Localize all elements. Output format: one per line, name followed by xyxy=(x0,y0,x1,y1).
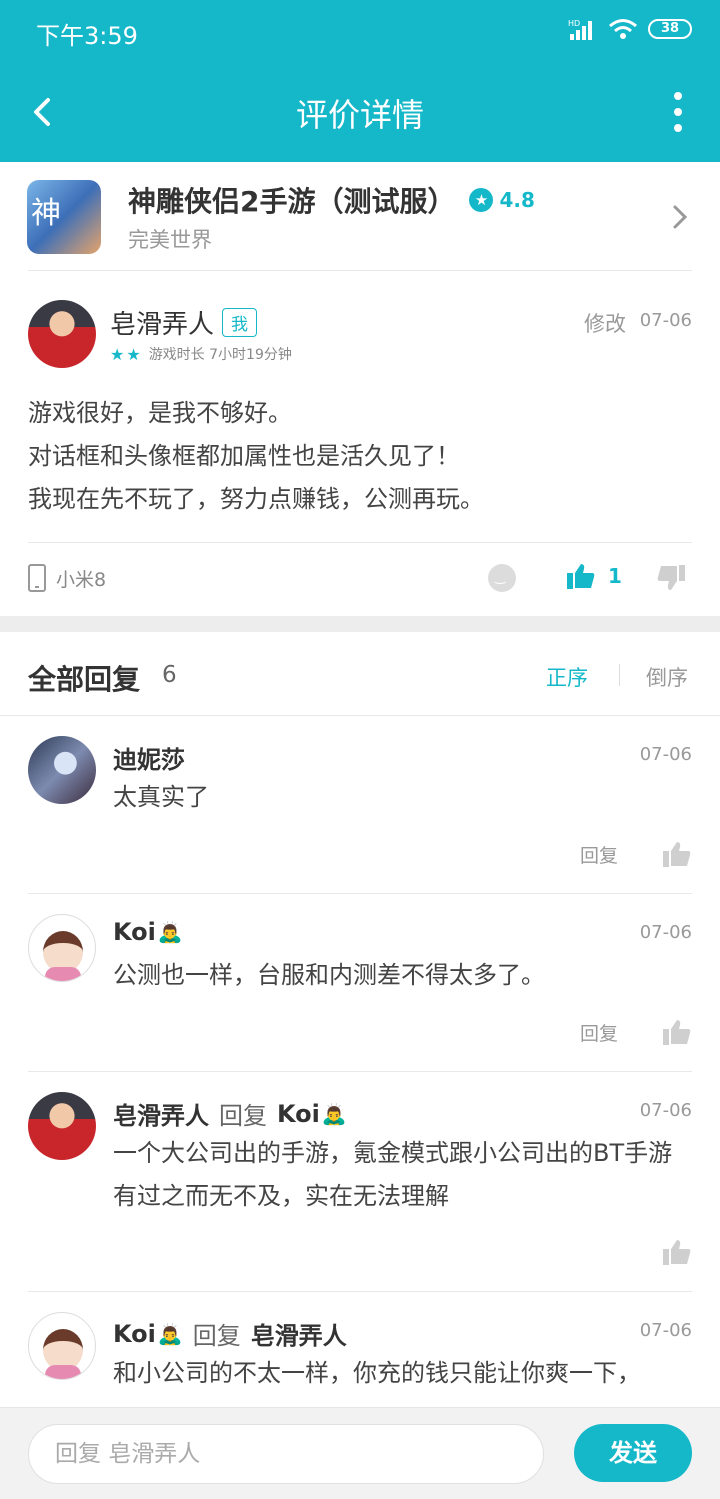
reply-item: Koi 🙇‍♂️ 回复 皂滑弄人 07-06 和小公司的不太一样，你充的钱只能让… xyxy=(0,1292,720,1407)
reply-item: Koi 🙇‍♂️ 07-06 公测也一样，台服和内测差不得太多了。 回复 xyxy=(0,894,720,1072)
reply-text: 公测也一样，台服和内测差不得太多了。 xyxy=(113,961,545,989)
status-bar: 下午3:59 HD 38 xyxy=(0,0,720,62)
device-info: 小米8 xyxy=(28,564,106,592)
reply-to-label: 回复 xyxy=(219,1102,267,1130)
edit-button[interactable]: 修改 xyxy=(584,308,626,338)
thumbs-up-icon[interactable] xyxy=(662,1018,692,1046)
bowing-emoji-icon: 🙇‍♂️ xyxy=(157,1321,183,1346)
playtime: 游戏时长 7小时19分钟 xyxy=(148,347,292,363)
game-name-row: 神雕侠侣2手游（测试服） ★ 4.8 xyxy=(128,180,535,220)
reply-text: 一个大公司出的手游，氪金模式跟小公司出的BT手游有过之而无不及，实在无法理解 xyxy=(113,1139,673,1210)
reply-item: 皂滑弄人 回复 Koi 🙇‍♂️ 07-06 一个大公司出的手游，氪金模式跟小公… xyxy=(0,1072,720,1292)
phone-icon xyxy=(28,564,46,592)
avatar[interactable] xyxy=(28,1312,96,1380)
reply-button[interactable]: 回复 xyxy=(580,1019,618,1046)
review-date: 07-06 xyxy=(639,310,692,331)
thumbs-up-icon[interactable] xyxy=(662,840,692,868)
reply-author-row: 迪妮莎 xyxy=(113,740,185,775)
avatar[interactable] xyxy=(28,300,96,368)
page-title: 评价详情 xyxy=(295,96,424,134)
replies-count: 6 xyxy=(162,662,177,688)
game-developer: 完美世界 xyxy=(128,228,212,252)
review-card: 皂滑弄人 我 ★★ 游戏时长 7小时19分钟 修改 07-06 游戏很好，是我不… xyxy=(0,272,720,616)
review-author-row: 皂滑弄人 我 xyxy=(110,304,258,341)
like-button[interactable]: 1 xyxy=(566,562,622,590)
send-button[interactable]: 发送 xyxy=(574,1424,692,1482)
status-icons: HD 38 xyxy=(568,18,692,40)
avatar[interactable] xyxy=(28,914,96,982)
review-footer: 小米8 1 xyxy=(0,542,720,616)
review-author[interactable]: 皂滑弄人 xyxy=(110,304,214,341)
more-menu-icon[interactable] xyxy=(672,92,684,132)
sort-separator xyxy=(619,664,620,686)
sort-descending-tab[interactable]: 倒序 xyxy=(646,662,688,692)
review-meta: ★★ 游戏时长 7小时19分钟 xyxy=(110,344,292,364)
reply-target[interactable]: 皂滑弄人 xyxy=(251,1316,347,1351)
reply-actions xyxy=(662,1238,692,1266)
reply-target[interactable]: Koi xyxy=(277,1100,320,1128)
rating-stars-icon: ★★ xyxy=(110,344,143,364)
section-gap xyxy=(0,616,720,632)
reply-text: 太真实了 xyxy=(113,783,209,811)
reply-actions: 回复 xyxy=(580,840,692,868)
like-count: 1 xyxy=(608,564,622,588)
reply-to-label: 回复 xyxy=(192,1322,241,1350)
emoji-reaction-icon[interactable] xyxy=(488,564,516,592)
reply-author-row: 皂滑弄人 回复 Koi 🙇‍♂️ xyxy=(113,1096,347,1131)
signal-icon: HD xyxy=(568,19,592,40)
reply-author[interactable]: Koi xyxy=(113,1320,156,1348)
rating-value: 4.8 xyxy=(499,188,535,212)
reply-button[interactable]: 回复 xyxy=(580,841,618,868)
svg-text:HD: HD xyxy=(568,19,580,28)
reply-author[interactable]: Koi xyxy=(113,918,156,946)
divider xyxy=(28,270,692,271)
me-badge: 我 xyxy=(222,308,258,337)
app-bar: 评价详情 xyxy=(0,62,720,162)
reply-text: 和小公司的不太一样，你充的钱只能让你爽一下， xyxy=(113,1359,641,1387)
reply-input-bar: 回复 皂滑弄人 发送 xyxy=(0,1407,720,1499)
game-rating: ★ 4.8 xyxy=(469,188,535,212)
battery-icon: 38 xyxy=(648,19,692,39)
replies-header: 全部回复 6 正序 倒序 xyxy=(0,632,720,716)
chevron-right-icon xyxy=(673,205,688,229)
thumbs-up-icon xyxy=(567,564,595,589)
replies-title: 全部回复 xyxy=(28,663,141,696)
thumbs-down-icon[interactable] xyxy=(656,564,686,592)
reply-date: 07-06 xyxy=(639,922,692,943)
review-line: 我现在先不玩了，努力点赚钱，公测再玩。 xyxy=(28,485,484,513)
reply-date: 07-06 xyxy=(639,744,692,765)
avatar[interactable] xyxy=(28,1092,96,1160)
review-line: 游戏很好，是我不够好。 xyxy=(28,399,292,427)
reply-author[interactable]: 皂滑弄人 xyxy=(113,1096,209,1131)
wifi-icon xyxy=(609,19,637,39)
game-card[interactable]: 神 神雕侠侣2手游（测试服） ★ 4.8 完美世界 xyxy=(0,162,720,272)
reply-author-row: Koi 🙇‍♂️ xyxy=(113,918,183,946)
reply-date: 07-06 xyxy=(639,1320,692,1341)
review-line: 对话框和头像框都加属性也是活久见了！ xyxy=(28,442,460,470)
sort-ascending-tab[interactable]: 正序 xyxy=(546,662,588,692)
thumbs-up-icon[interactable] xyxy=(662,1238,692,1266)
star-icon: ★ xyxy=(469,188,494,212)
bowing-emoji-icon: 🙇‍♂️ xyxy=(321,1101,347,1126)
status-time: 下午3:59 xyxy=(36,22,138,50)
reply-date: 07-06 xyxy=(639,1100,692,1121)
reply-author-row: Koi 🙇‍♂️ 回复 皂滑弄人 xyxy=(113,1316,347,1351)
game-icon: 神 xyxy=(27,180,101,254)
reply-input[interactable]: 回复 皂滑弄人 xyxy=(28,1424,544,1484)
reply-author[interactable]: 迪妮莎 xyxy=(113,740,185,775)
game-name: 神雕侠侣2手游（测试服） xyxy=(128,185,456,218)
reply-item: 迪妮莎 07-06 太真实了 回复 xyxy=(0,716,720,894)
review-body: 游戏很好，是我不够好。 对话框和头像框都加属性也是活久见了！ 我现在先不玩了，努… xyxy=(28,392,692,521)
bowing-emoji-icon: 🙇‍♂️ xyxy=(157,920,183,944)
reply-actions: 回复 xyxy=(580,1018,692,1046)
avatar[interactable] xyxy=(28,736,96,804)
device-name: 小米8 xyxy=(56,568,107,591)
